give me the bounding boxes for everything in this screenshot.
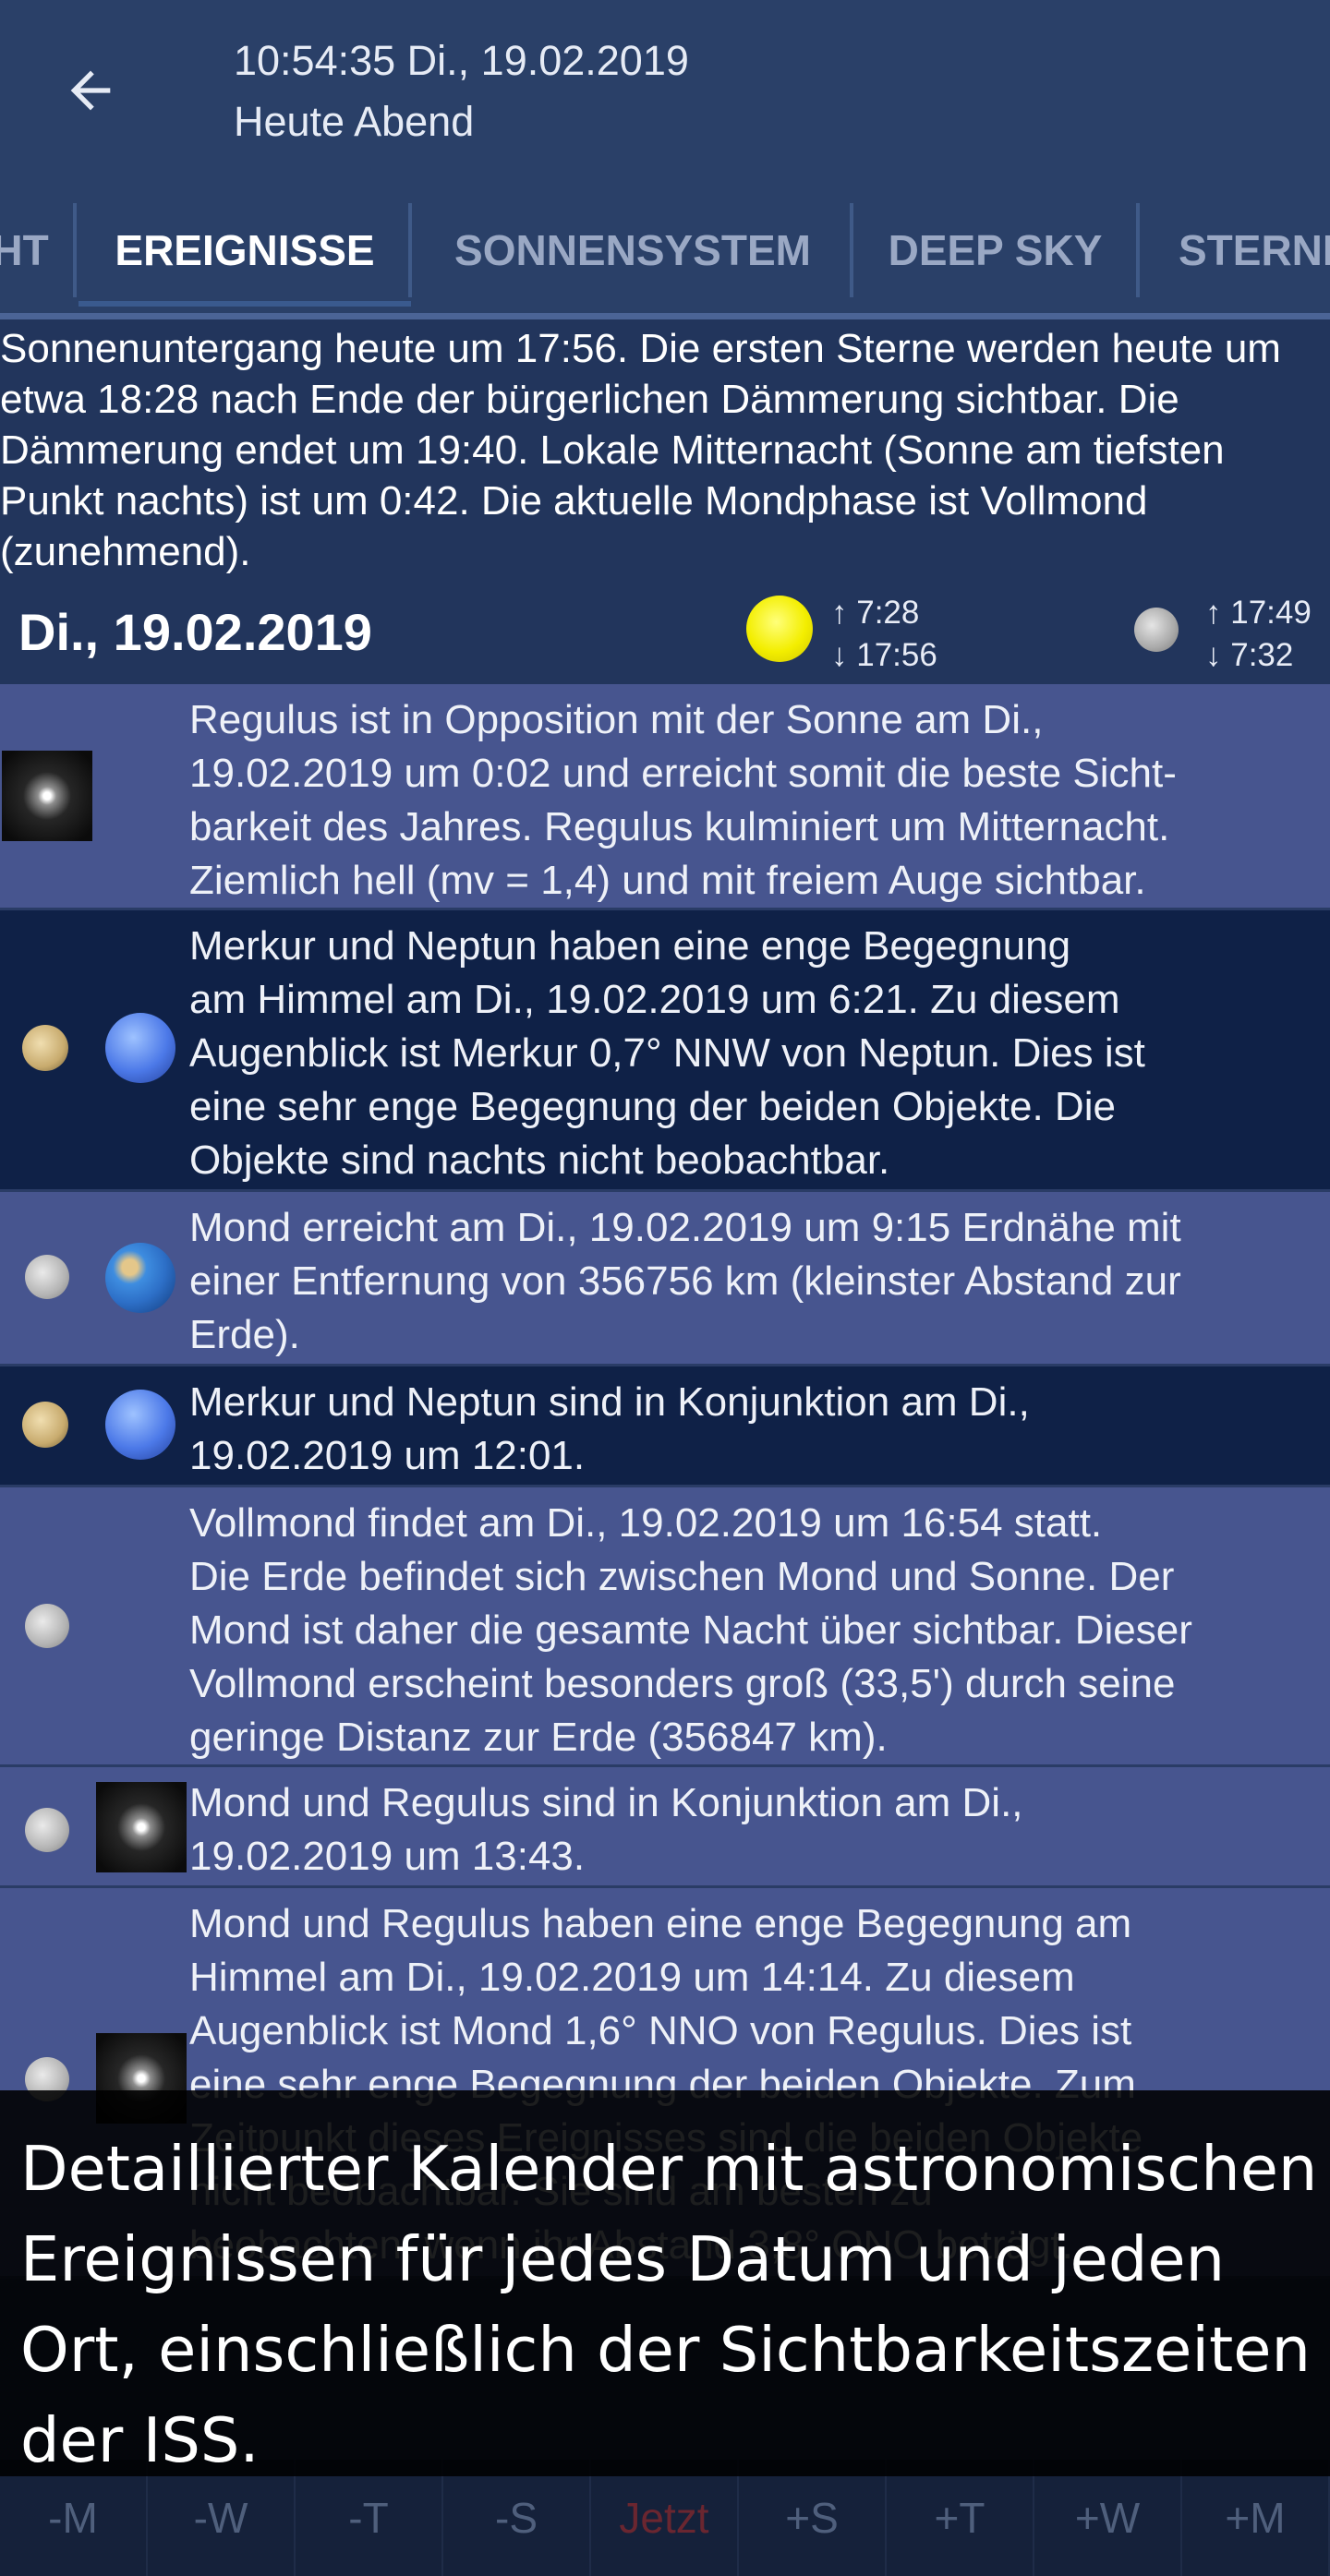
event-text: Mond und Regulus sind in Konjunktion am … (189, 1780, 1023, 1879)
tab-sterne[interactable]: STERNE (1179, 181, 1330, 319)
event-row[interactable]: Merkur und Neptun sind in Konjunktion am… (0, 1366, 1330, 1487)
tab-bar: HT EREIGNISSE SONNENSYSTEM DEEP SKY STER… (0, 181, 1330, 319)
tab-divider (408, 203, 412, 297)
neptune-icon (105, 1390, 175, 1460)
tab-partial-left[interactable]: HT (0, 181, 49, 319)
event-text: Merkur und Neptun sind in Konjunktion am… (189, 1379, 1030, 1478)
star-icon (2, 751, 92, 841)
event-text: Merkur und Neptun haben eine enge Begegn… (189, 923, 1145, 1183)
event-row[interactable]: Merkur und Neptun haben eine enge Begegn… (0, 910, 1330, 1192)
moon-icon (25, 1808, 69, 1852)
moon-icon (1134, 608, 1179, 652)
toolbar-subtitle: Heute Abend (234, 98, 475, 145)
moon-icon (25, 1604, 69, 1648)
tab-ereignisse[interactable]: EREIGNISSE (79, 181, 411, 319)
app-root: 10:54:35 Di., 19.02.2019 Heute Abend HT … (0, 0, 1330, 2576)
event-text: Vollmond findet am Di., 19.02.2019 um 16… (189, 1500, 1192, 1760)
date-header: Di., 19.02.2019 (0, 591, 1330, 683)
tab-divider (850, 203, 853, 297)
mercury-icon (22, 1025, 68, 1071)
tab-divider (73, 203, 77, 297)
event-text: Regulus ist in Opposition mit der Sonne … (189, 697, 1177, 903)
arrow-left-icon (70, 70, 111, 111)
event-row[interactable]: Mond und Regulus sind in Konjunktion am … (0, 1767, 1330, 1888)
star-icon (96, 1782, 187, 1872)
toolbar: 10:54:35 Di., 19.02.2019 Heute Abend (0, 0, 1330, 181)
event-row[interactable]: Regulus ist in Opposition mit der Sonne … (0, 684, 1330, 910)
date-label: Di., 19.02.2019 (18, 603, 372, 661)
event-text: Mond erreicht am Di., 19.02.2019 um 9:15… (189, 1205, 1181, 1357)
mercury-icon (22, 1402, 68, 1448)
neptune-icon (105, 1013, 175, 1083)
evening-summary: Sonnenuntergang heute um 17:56. Die erst… (0, 326, 1281, 574)
event-row[interactable]: Vollmond findet am Di., 19.02.2019 um 16… (0, 1487, 1330, 1767)
moon-rise-time: ↑ 17:49 (1205, 595, 1312, 631)
moon-set-time: ↓ 7:32 (1205, 637, 1294, 673)
event-row[interactable]: Mond erreicht am Di., 19.02.2019 um 9:15… (0, 1192, 1330, 1366)
earth-icon (105, 1243, 175, 1313)
toolbar-datetime: 10:54:35 Di., 19.02.2019 (234, 37, 689, 84)
moon-icon (25, 1255, 69, 1299)
sun-icon (746, 596, 813, 662)
tab-deep-sky[interactable]: DEEP SKY (854, 181, 1136, 319)
active-tab-indicator (79, 301, 411, 307)
events-list: Regulus ist in Opposition mit der Sonne … (0, 684, 1330, 2279)
tab-sonnensystem[interactable]: SONNENSYSTEM (413, 181, 852, 319)
tab-bar-underline (0, 313, 1330, 319)
sun-rise-time: ↑ 7:28 (831, 595, 920, 631)
promo-caption-text: Detaillierter Kalender mit astronomische… (20, 2133, 1318, 2476)
promo-caption-overlay: Detaillierter Kalender mit astronomische… (0, 2090, 1330, 2476)
tab-divider (1136, 203, 1140, 297)
sun-set-time: ↓ 17:56 (831, 637, 937, 673)
back-button[interactable] (46, 46, 135, 135)
